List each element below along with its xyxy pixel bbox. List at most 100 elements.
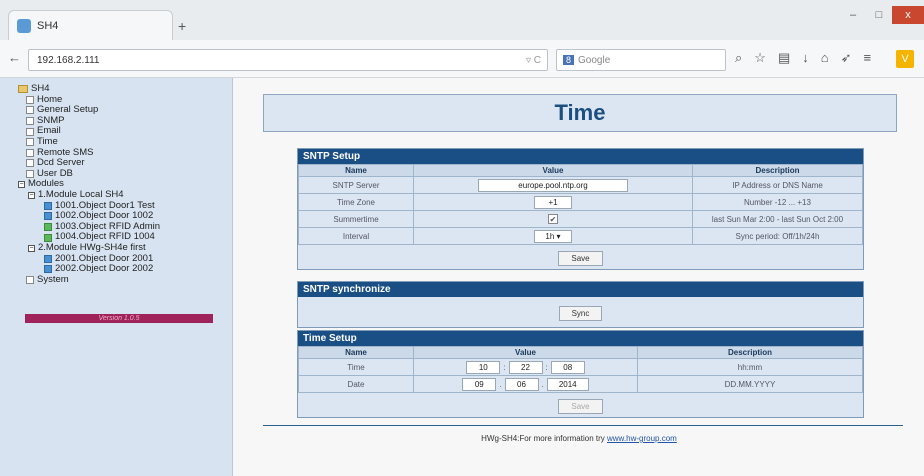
date-separator: . [499, 379, 502, 389]
search-icon[interactable]: ⌕ [735, 50, 742, 66]
page-icon [26, 95, 34, 104]
footer: HWg-SH4:For more information try www.hw-… [234, 434, 924, 443]
collapse-icon[interactable]: − [18, 181, 25, 189]
folder-icon [18, 85, 28, 94]
second-input[interactable]: 08 [550, 360, 585, 374]
page-title-box: Time [263, 94, 897, 132]
send-icon[interactable]: ➶ [841, 50, 852, 66]
sntp-save-button[interactable]: Save [558, 251, 603, 266]
url-bar[interactable]: 192.168.2.111 ▿ C [28, 49, 548, 71]
minute-input[interactable]: 22 [508, 360, 543, 374]
table-row: Time 10:22:08 hh:mm [298, 358, 863, 376]
row-label: Interval [298, 227, 414, 245]
row-label: Time Zone [298, 193, 414, 211]
time-separator: : [545, 362, 548, 372]
search-bar[interactable]: 8 Google [556, 49, 726, 71]
nav-tree: SH4 Home General Setup SNMP Email Time R… [18, 83, 160, 286]
tree-module-1[interactable]: −1.Module Local SH4 [18, 189, 160, 201]
download-icon[interactable]: ↓ [802, 50, 809, 66]
url-text: 192.168.2.111 [37, 54, 100, 66]
new-tab-button[interactable]: + [178, 18, 186, 34]
door-icon [44, 212, 52, 221]
search-engine-icon: 8 [563, 55, 575, 65]
sntp-server-input[interactable]: europe.pool.ntp.org [478, 178, 628, 192]
version-bar: Version 1.0.5 [25, 314, 213, 323]
footer-divider [263, 425, 903, 426]
row-label: Time [298, 358, 414, 376]
reload-icon[interactable]: ▿ C [526, 55, 541, 66]
extension-icon[interactable]: V [896, 50, 914, 68]
col-value: Value [413, 346, 638, 359]
col-value: Value [413, 164, 693, 177]
tree-item-system[interactable]: System [18, 274, 160, 286]
tree-root[interactable]: SH4 [18, 83, 160, 95]
table-row: Interval 1h ▾ Sync period: Off/1h/24h [298, 227, 863, 245]
browser-tab[interactable]: SH4 [8, 10, 173, 40]
time-save-button[interactable]: Save [558, 399, 603, 414]
interval-select[interactable]: 1h ▾ [534, 229, 572, 243]
time-separator: : [503, 362, 506, 372]
back-arrow-icon[interactable]: ← [8, 50, 21, 65]
minimize-button[interactable]: – [840, 6, 866, 24]
browser-navbar: ← 192.168.2.111 ▿ C 8 Google ⌕ ☆ ▤ ↓ ⌂ ➶… [0, 40, 924, 78]
table-row: Time Zone +1 Number -12 ... +13 [298, 193, 863, 211]
row-description: IP Address or DNS Name [692, 176, 863, 194]
page-icon [26, 275, 34, 284]
sntp-sync-header: SNTP synchronize [298, 282, 863, 297]
sync-button[interactable]: Sync [558, 306, 603, 321]
table-row: SNTP Server europe.pool.ntp.org IP Addre… [298, 176, 863, 194]
summertime-checkbox[interactable]: ✔ [548, 214, 558, 224]
page-title: Time [554, 100, 606, 125]
row-label: Date [298, 375, 414, 393]
collapse-icon[interactable]: − [28, 244, 35, 252]
row-label: Summertime [298, 210, 414, 228]
maximize-button[interactable]: □ [866, 6, 892, 24]
menu-icon[interactable]: ≡ [864, 50, 872, 66]
sntp-setup-header: SNTP Setup [298, 149, 863, 164]
window-controls: – □ x [840, 6, 924, 24]
page-icon [26, 170, 34, 179]
time-setup-table: Name Value Description Time 10:22:08 hh:… [298, 346, 863, 393]
page-icon [26, 138, 34, 147]
month-input[interactable]: 06 [504, 377, 539, 391]
toolbar-icons: ⌕ ☆ ▤ ↓ ⌂ ➶ ≡ [735, 50, 871, 66]
page-icon [26, 106, 34, 115]
page-icon [26, 148, 34, 157]
collapse-icon[interactable]: − [28, 191, 35, 199]
hour-input[interactable]: 10 [466, 360, 501, 374]
sntp-setup-table: Name Value Description SNTP Server europ… [298, 164, 863, 245]
home-icon[interactable]: ⌂ [821, 50, 829, 66]
clipboard-icon[interactable]: ▤ [778, 50, 790, 66]
time-setup-header: Time Setup [298, 331, 863, 346]
favicon-icon [17, 18, 31, 33]
tree-module-2[interactable]: −2.Module HWg-SH4e first [18, 242, 160, 254]
row-description: Number -12 ... +13 [692, 193, 863, 211]
col-name: Name [298, 164, 414, 177]
close-button[interactable]: x [892, 6, 924, 24]
time-zone-input[interactable]: +1 [534, 195, 572, 209]
row-description: last Sun Mar 2:00 - last Sun Oct 2:00 [692, 210, 863, 228]
rfid-icon [44, 223, 52, 232]
search-placeholder: Google [578, 54, 611, 66]
day-input[interactable]: 09 [462, 377, 497, 391]
door-icon [44, 265, 52, 274]
star-icon[interactable]: ☆ [754, 50, 766, 66]
row-description: DD.MM.YYYY [637, 375, 863, 393]
year-input[interactable]: 2014 [546, 377, 589, 391]
sidebar: SH4 Home General Setup SNMP Email Time R… [0, 78, 233, 476]
rfid-icon [44, 233, 52, 242]
col-name: Name [298, 346, 414, 359]
footer-text: HWg-SH4:For more information try [481, 434, 605, 443]
page-icon [26, 159, 34, 168]
tree-item-time[interactable]: Time [18, 136, 160, 148]
row-label: SNTP Server [298, 176, 414, 194]
main-content: Time SNTP Setup Name Value Description S… [234, 78, 924, 476]
footer-link[interactable]: www.hw-group.com [607, 434, 677, 443]
date-separator: . [541, 379, 544, 389]
row-description: Sync period: Off/1h/24h [692, 227, 863, 245]
sntp-sync-panel: SNTP synchronize Sync [297, 281, 864, 328]
col-description: Description [637, 346, 863, 359]
door-icon [44, 201, 52, 210]
row-description: hh:mm [637, 358, 863, 376]
page-icon [26, 117, 34, 126]
